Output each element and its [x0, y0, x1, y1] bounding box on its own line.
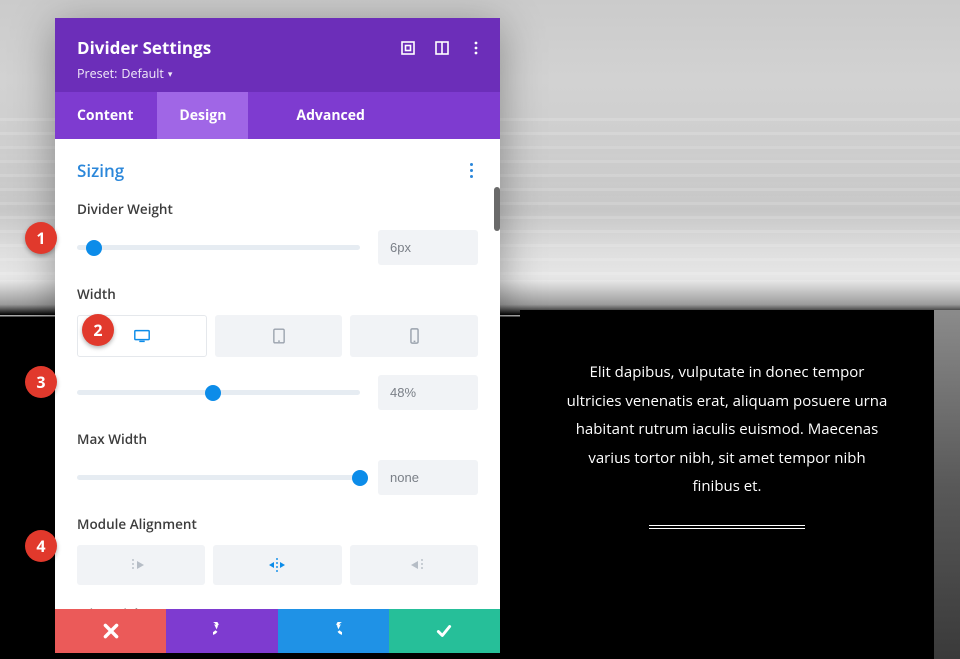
- bg-right-strip: [934, 310, 960, 659]
- annotation-badge-2: 2: [82, 314, 114, 346]
- panel-header: Divider Settings Preset: Default ▾: [55, 18, 500, 92]
- device-tab-tablet[interactable]: [215, 315, 343, 357]
- tablet-icon: [273, 328, 285, 344]
- label-module-alignment: Module Alignment: [77, 515, 478, 533]
- label-divider-weight: Divider Weight: [77, 200, 478, 218]
- tab-advanced[interactable]: Advanced: [274, 92, 386, 139]
- undo-button[interactable]: [166, 609, 277, 653]
- input-width[interactable]: [378, 375, 478, 410]
- tab-design[interactable]: Design: [157, 92, 248, 139]
- preview-panel: Elit dapibus, vulputate in donec tempor …: [520, 310, 934, 659]
- field-module-alignment: Module Alignment: [77, 515, 478, 585]
- cancel-button[interactable]: [55, 609, 166, 653]
- device-tab-phone[interactable]: [350, 315, 478, 357]
- close-icon: [102, 622, 120, 640]
- align-right-icon: [403, 558, 425, 572]
- label-min-height: Min Height: [77, 605, 478, 609]
- slider-divider-weight[interactable]: [77, 237, 360, 259]
- align-left-icon: [130, 558, 152, 572]
- desktop-icon: [133, 329, 151, 343]
- section-header: Sizing: [77, 159, 478, 182]
- align-center-icon: [266, 558, 288, 572]
- field-width: Width: [77, 285, 478, 410]
- section-title[interactable]: Sizing: [77, 159, 124, 182]
- chevron-down-icon: ▾: [168, 67, 173, 80]
- align-right-button[interactable]: [350, 545, 478, 585]
- slider-max-width[interactable]: [77, 467, 360, 489]
- columns-icon[interactable]: [434, 40, 450, 56]
- label-width: Width: [77, 285, 478, 303]
- section-more-icon[interactable]: [464, 163, 478, 178]
- tab-bar: Content Design Advanced: [55, 92, 500, 139]
- preview-text: Elit dapibus, vulputate in donec tempor …: [564, 358, 890, 501]
- scrollbar[interactable]: [494, 187, 500, 231]
- panel-body: Sizing Divider Weight Width: [55, 139, 500, 609]
- preset-label: Preset:: [77, 65, 117, 82]
- expand-icon[interactable]: [400, 40, 416, 56]
- undo-icon: [213, 622, 231, 640]
- label-max-width: Max Width: [77, 430, 478, 448]
- preset-selector[interactable]: Preset: Default ▾: [77, 65, 478, 82]
- align-left-button[interactable]: [77, 545, 205, 585]
- redo-button[interactable]: [278, 609, 389, 653]
- header-action-group: [400, 40, 484, 56]
- annotation-badge-1: 1: [25, 222, 57, 254]
- settings-panel: Divider Settings Preset: Default ▾ Conte…: [55, 18, 500, 653]
- panel-footer: [55, 609, 500, 653]
- save-button[interactable]: [389, 609, 500, 653]
- field-max-width: Max Width: [77, 430, 478, 495]
- annotation-badge-4: 4: [25, 530, 57, 562]
- preset-value: Default: [121, 65, 164, 82]
- phone-icon: [410, 328, 419, 344]
- slider-width[interactable]: [77, 382, 360, 404]
- annotation-badge-3: 3: [25, 366, 57, 398]
- device-tabs: [77, 315, 478, 357]
- redo-icon: [324, 622, 342, 640]
- input-divider-weight[interactable]: [378, 230, 478, 265]
- field-divider-weight: Divider Weight: [77, 200, 478, 265]
- more-icon[interactable]: [468, 40, 484, 56]
- check-icon: [435, 622, 453, 640]
- input-max-width[interactable]: [378, 460, 478, 495]
- tab-content[interactable]: Content: [55, 92, 157, 139]
- field-min-height: Min Height: [77, 605, 478, 609]
- preview-divider: [649, 525, 805, 529]
- align-center-button[interactable]: [213, 545, 341, 585]
